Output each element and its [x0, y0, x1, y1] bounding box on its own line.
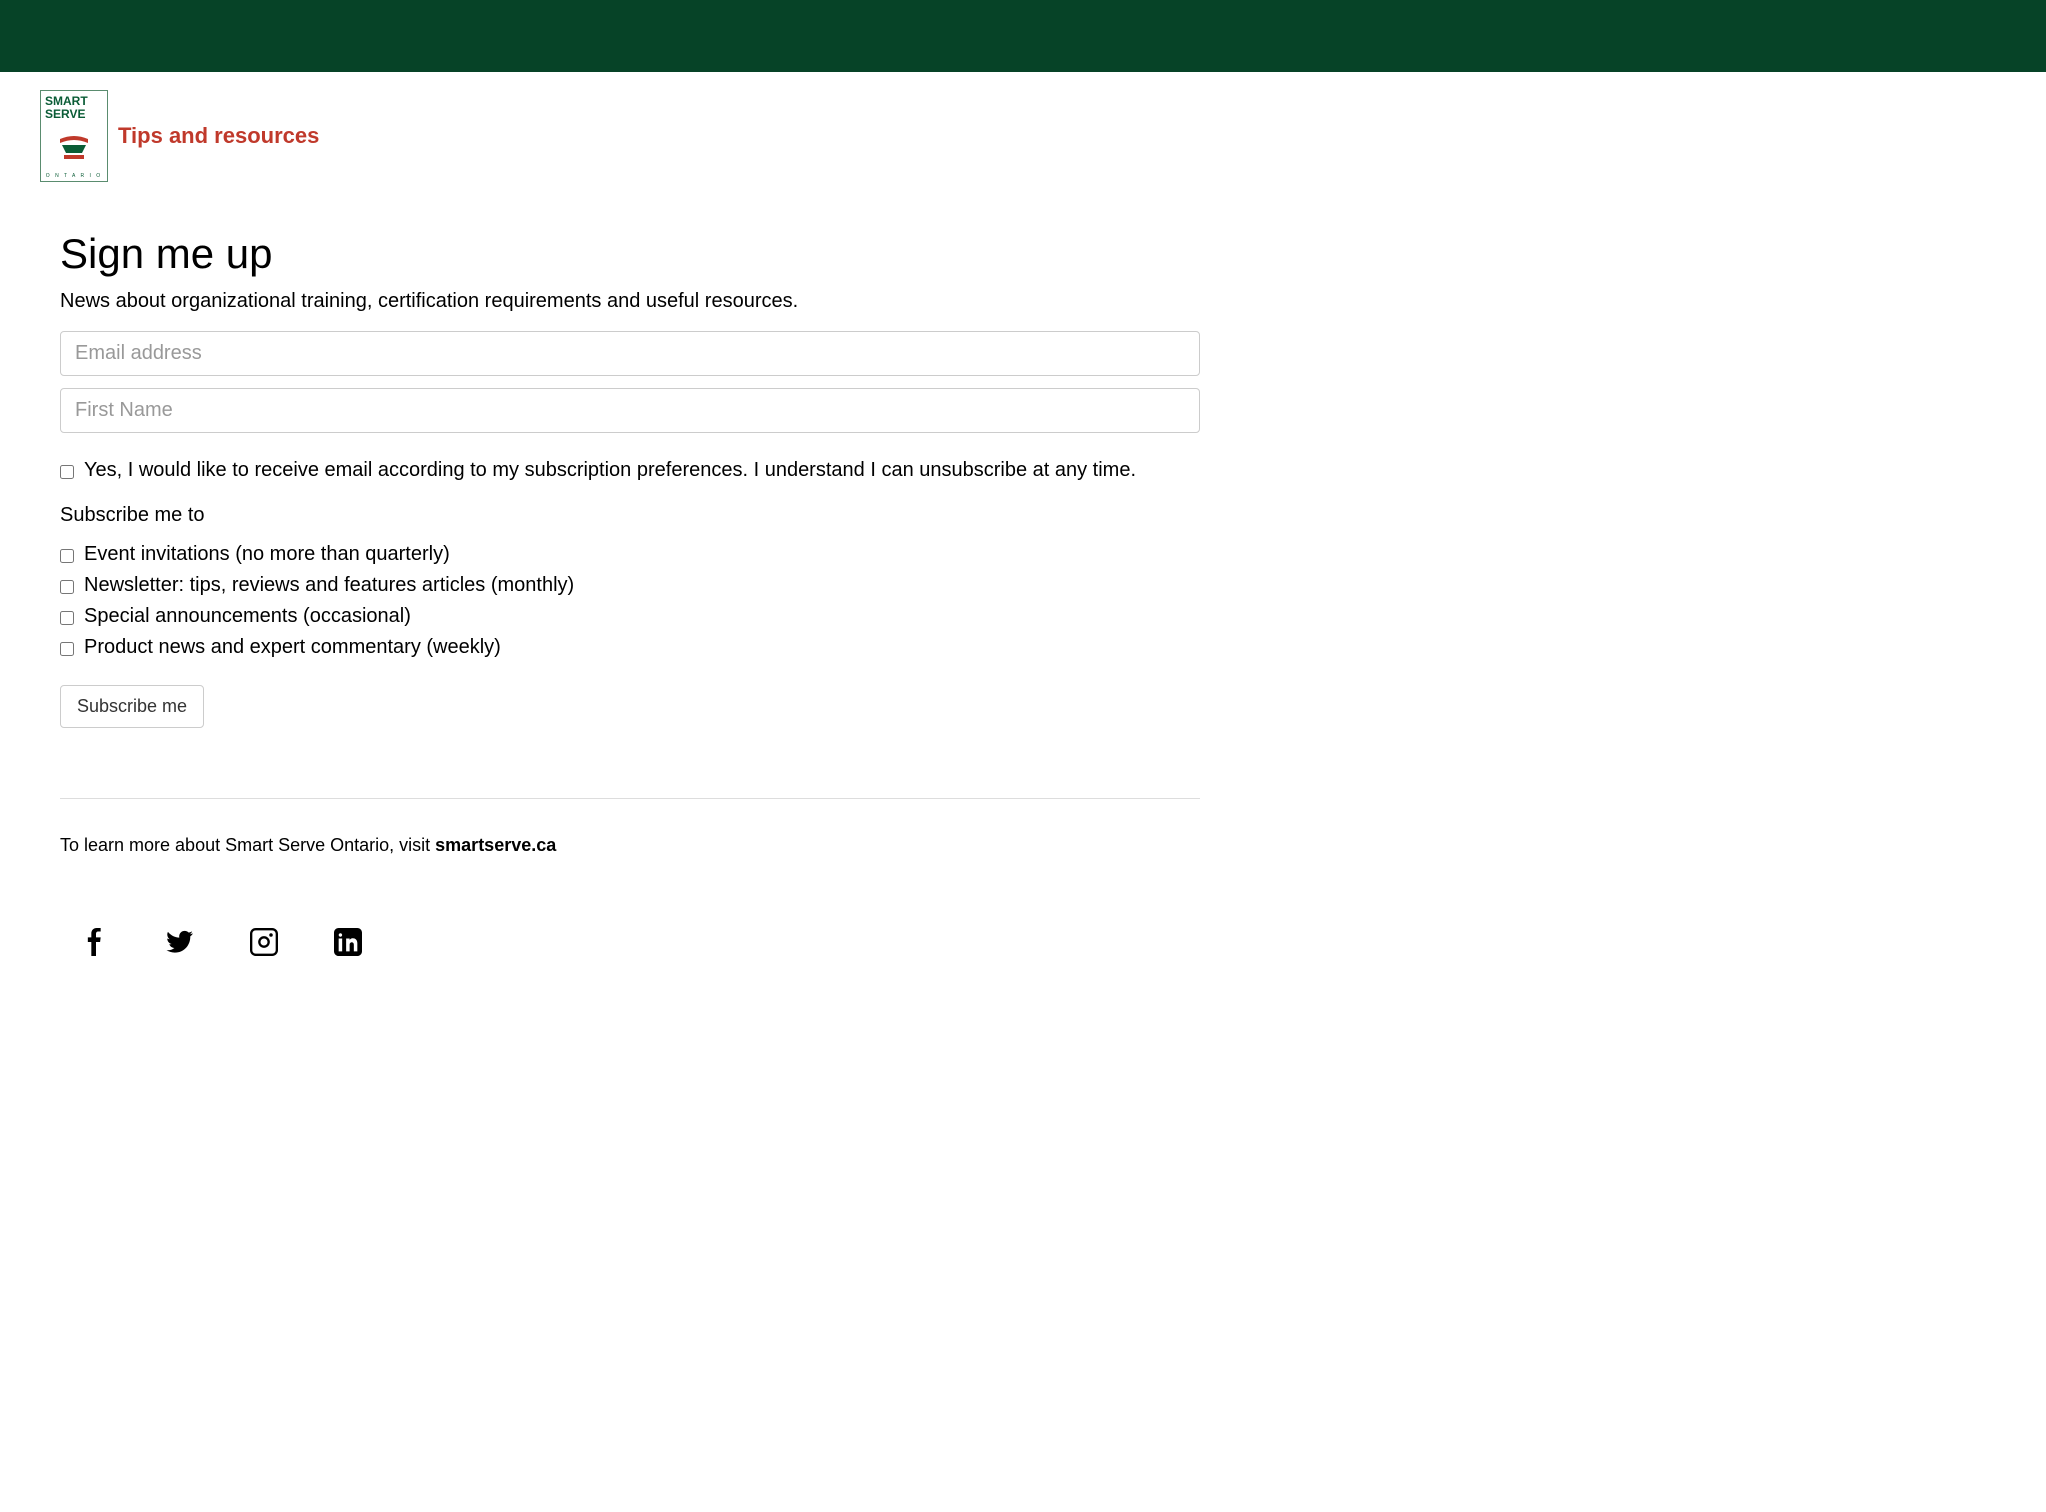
footer-prefix: To learn more about Smart Serve Ontario,… — [60, 835, 435, 855]
twitter-icon[interactable] — [166, 928, 194, 961]
option-label: Event invitations (no more than quarterl… — [84, 543, 450, 566]
footer-text: To learn more about Smart Serve Ontario,… — [60, 835, 1200, 856]
instagram-icon[interactable] — [250, 928, 278, 961]
email-field[interactable] — [60, 331, 1200, 376]
top-bar — [0, 0, 2046, 72]
option-row[interactable]: Newsletter: tips, reviews and features a… — [60, 574, 1200, 597]
page-title: Sign me up — [60, 230, 1200, 278]
consent-row[interactable]: Yes, I would like to receive email accor… — [60, 459, 1200, 482]
logo-graphic — [54, 131, 94, 163]
consent-checkbox[interactable] — [60, 465, 74, 479]
option-label: Product news and expert commentary (week… — [84, 636, 501, 659]
page-subtitle: News about organizational training, cert… — [60, 290, 1200, 313]
tagline: Tips and resources — [118, 123, 319, 149]
facebook-icon[interactable] — [82, 928, 110, 961]
option-checkbox-events[interactable] — [60, 549, 74, 563]
option-label: Special announcements (occasional) — [84, 605, 411, 628]
header: SMART SERVE O N T A R I O Tips and resou… — [0, 72, 2046, 182]
option-checkbox-newsletter[interactable] — [60, 580, 74, 594]
subscribe-button[interactable]: Subscribe me — [60, 685, 204, 728]
option-label: Newsletter: tips, reviews and features a… — [84, 574, 574, 597]
consent-label: Yes, I would like to receive email accor… — [84, 459, 1136, 482]
option-row[interactable]: Product news and expert commentary (week… — [60, 636, 1200, 659]
logo-text: SMART SERVE — [45, 95, 103, 121]
divider — [60, 798, 1200, 799]
first-name-field[interactable] — [60, 388, 1200, 433]
logo: SMART SERVE O N T A R I O — [40, 90, 108, 182]
option-row[interactable]: Event invitations (no more than quarterl… — [60, 543, 1200, 566]
footer-link[interactable]: smartserve.ca — [435, 835, 556, 855]
option-checkbox-product-news[interactable] — [60, 642, 74, 656]
options-list: Event invitations (no more than quarterl… — [60, 543, 1200, 659]
option-row[interactable]: Special announcements (occasional) — [60, 605, 1200, 628]
linkedin-icon[interactable] — [334, 928, 362, 961]
social-row — [60, 928, 1200, 961]
option-checkbox-announcements[interactable] — [60, 611, 74, 625]
logo-bottom: O N T A R I O — [46, 173, 102, 179]
logo-line2: SERVE — [45, 108, 103, 121]
content: Sign me up News about organizational tra… — [0, 182, 1260, 1001]
section-label: Subscribe me to — [60, 504, 1200, 527]
